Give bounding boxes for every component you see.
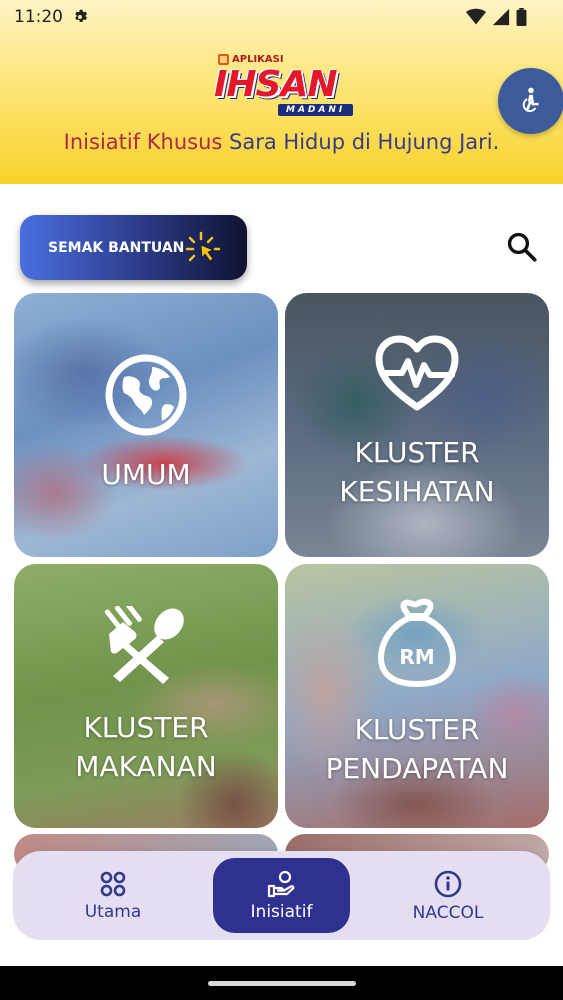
- ihsan-madani-logo: APLIKASI IHSAN MADANI: [212, 54, 357, 118]
- card-umum-title: UMUM: [101, 455, 190, 494]
- nav-item-label: NACCOL: [412, 902, 484, 923]
- money-bag-rm-text: RM: [399, 645, 434, 669]
- status-time: 11:20: [14, 7, 63, 27]
- semak-bantuan-button[interactable]: SEMAK BANTUAN: [20, 215, 247, 280]
- nav-item-utama[interactable]: Utama: [53, 851, 173, 940]
- signal-icon: [492, 8, 510, 26]
- card-kesihatan-content: KLUSTER KESIHATAN: [285, 293, 549, 557]
- card-umum-content: UMUM: [14, 293, 278, 557]
- grid-icon: [100, 871, 126, 896]
- card-kluster-kesihatan[interactable]: KLUSTER KESIHATAN: [285, 293, 549, 557]
- status-icons: [466, 8, 527, 26]
- card-title-line: UMUM: [101, 458, 191, 491]
- card-makanan-title: KLUSTER MAKANAN: [75, 708, 216, 786]
- globe-icon: [105, 354, 187, 436]
- card-title-line: KLUSTER: [83, 711, 209, 744]
- card-kesihatan-title: KLUSTER KESIHATAN: [339, 433, 494, 511]
- info-icon: [434, 870, 462, 897]
- wifi-icon: [466, 8, 486, 25]
- battery-icon: [516, 8, 527, 26]
- nav-item-label: Inisiatif: [250, 901, 313, 922]
- system-navigation-bar: [0, 966, 563, 1000]
- hand-person-icon: [267, 870, 294, 897]
- card-pendapatan-title: KLUSTER PENDAPATAN: [326, 710, 509, 788]
- card-makanan-content: KLUSTER MAKANAN: [14, 564, 278, 828]
- accessibility-icon: [522, 87, 539, 112]
- card-title-line: PENDAPATAN: [325, 752, 509, 785]
- sparkle-cursor-icon: [185, 231, 221, 262]
- nav-item-naccol[interactable]: NACCOL: [388, 851, 508, 940]
- nav-item-label: Utama: [84, 901, 142, 922]
- settings-gear-icon: [75, 9, 88, 22]
- accessibility-button[interactable]: [498, 68, 563, 134]
- card-kluster-makanan[interactable]: KLUSTER MAKANAN: [14, 564, 278, 828]
- tagline-rest: Sara Hidup di Hujung Jari.: [222, 130, 500, 154]
- card-title-line: KLUSTER: [354, 436, 480, 469]
- card-kluster-pendapatan[interactable]: RM KLUSTER PENDAPATAN: [285, 564, 549, 828]
- heartbeat-icon: [375, 335, 459, 411]
- status-bar: 11:20: [0, 0, 563, 34]
- semak-bantuan-label: SEMAK BANTUAN: [48, 239, 185, 256]
- home-indicator[interactable]: [208, 981, 356, 986]
- card-title-line: MAKANAN: [75, 750, 217, 783]
- money-bag-icon: RM: [378, 598, 456, 687]
- logo-main-text: IHSAN: [214, 64, 337, 105]
- card-title-line: KLUSTER: [354, 713, 480, 746]
- card-pendapatan-content: RM KLUSTER PENDAPATAN: [285, 564, 549, 828]
- fork-spoon-icon: [104, 606, 184, 684]
- nav-item-inisiatif[interactable]: Inisiatif: [213, 858, 350, 933]
- tagline: Inisiatif Khusus Sara Hidup di Hujung Ja…: [0, 130, 563, 154]
- logo-sub-text: MADANI: [278, 104, 354, 116]
- bottom-navigation: Utama Inisiatif NACCOL: [13, 851, 550, 940]
- tagline-highlight: Inisiatif Khusus: [63, 130, 223, 154]
- card-title-line: KESIHATAN: [339, 475, 495, 508]
- app-header: 11:20 APLIKASI IHSAN MADANI Inisiatif Kh…: [0, 0, 563, 184]
- search-icon[interactable]: [505, 230, 539, 264]
- card-umum[interactable]: UMUM: [14, 293, 278, 557]
